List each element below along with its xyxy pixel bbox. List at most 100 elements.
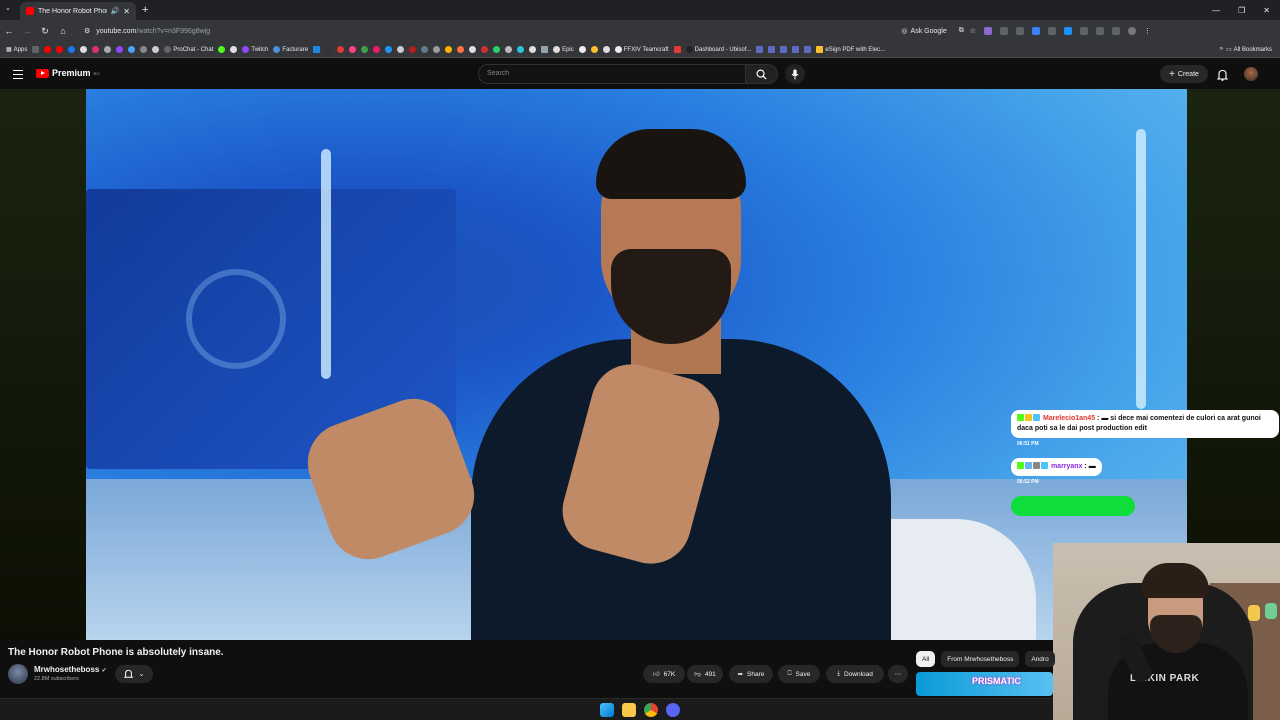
bookmark-item[interactable] <box>505 46 513 53</box>
bookmark-item[interactable] <box>68 46 76 53</box>
discord-icon[interactable] <box>666 703 680 717</box>
maximize-icon[interactable]: ❐ <box>1238 6 1245 15</box>
extension-icon[interactable] <box>1000 27 1008 35</box>
bookmark-item[interactable] <box>529 46 537 53</box>
bookmark-item[interactable] <box>541 46 549 53</box>
extension-icon[interactable] <box>1032 27 1040 35</box>
video-player[interactable] <box>86 89 1187 640</box>
bookmark-item[interactable] <box>421 46 429 53</box>
more-actions-button[interactable]: ⋯ <box>888 665 908 683</box>
bookmark-ffxiv[interactable]: FFXIV Teamcraft <box>614 46 669 53</box>
tab-audio-icon[interactable]: 🔊 <box>111 7 120 15</box>
bookmark-item[interactable] <box>602 46 610 53</box>
extension-icon[interactable] <box>984 27 992 35</box>
youtube-premium-logo[interactable]: Premium RO <box>36 68 100 78</box>
hamburger-menu-icon[interactable] <box>13 70 23 82</box>
subscribed-notifications-button[interactable]: ⌄ <box>115 665 153 683</box>
close-window-icon[interactable]: ✕ <box>1263 6 1270 15</box>
bookmark-item[interactable] <box>780 46 788 53</box>
chip-from-channel[interactable]: From Mrwhosetheboss <box>941 651 1020 667</box>
like-button[interactable]: 👍︎ 67K <box>643 665 685 683</box>
bookmark-item[interactable] <box>493 46 501 53</box>
browser-tab-active[interactable]: The Honor Robot Phone is 🔊 ✕ <box>20 2 136 20</box>
bookmark-item[interactable] <box>104 46 112 53</box>
omnibox[interactable]: ⚙ youtube.com/watch?v=n3F996g8wjg ◎ Ask G… <box>76 23 976 39</box>
bookmark-item[interactable] <box>517 46 525 53</box>
create-button[interactable]: + Create <box>1160 65 1208 83</box>
bookmark-item[interactable] <box>325 46 333 53</box>
bookmark-prochat[interactable]: ProChat - Chat <box>164 46 213 53</box>
bookmark-item[interactable] <box>349 46 357 53</box>
notifications-button[interactable] <box>1216 68 1229 86</box>
search-input[interactable]: Search <box>478 64 746 84</box>
bookmark-item[interactable] <box>756 46 764 53</box>
extension-icon[interactable] <box>1048 27 1056 35</box>
bookmark-item[interactable] <box>152 46 160 53</box>
profile-icon[interactable] <box>1128 27 1136 35</box>
new-tab-button[interactable]: + <box>142 4 148 16</box>
voice-search-button[interactable] <box>785 64 805 84</box>
bookmark-item[interactable] <box>409 46 417 53</box>
bookmark-item[interactable] <box>433 46 441 53</box>
bookmark-epic[interactable]: Epic <box>553 46 574 53</box>
download-button[interactable]: ⤓ Download <box>826 665 884 683</box>
back-icon[interactable]: ← <box>0 26 18 36</box>
bookmark-item[interactable] <box>373 46 381 53</box>
bookmark-item[interactable] <box>140 46 148 53</box>
account-avatar[interactable] <box>1244 67 1258 81</box>
bookmark-item[interactable] <box>32 46 40 53</box>
all-bookmarks-button[interactable]: ▭ All Bookmarks <box>1226 46 1272 54</box>
bookmark-facturare[interactable]: Facturare <box>273 46 308 53</box>
bookmark-item[interactable] <box>445 46 453 53</box>
bookmark-item[interactable] <box>218 46 226 53</box>
bookmark-item[interactable] <box>56 46 64 53</box>
install-icon[interactable]: ⧉ <box>959 27 964 35</box>
bookmark-item[interactable] <box>469 46 477 53</box>
channel-name[interactable]: Mrwhosetheboss ✔ <box>34 665 107 674</box>
extension-icon[interactable] <box>1064 27 1072 35</box>
bookmark-esign[interactable]: eSign PDF with Elec... <box>816 46 885 53</box>
forward-icon[interactable]: → <box>18 26 36 36</box>
bookmark-item[interactable] <box>578 46 586 53</box>
search-button[interactable] <box>746 64 778 84</box>
minimize-icon[interactable]: — <box>1212 6 1220 15</box>
bookmark-item[interactable] <box>44 46 52 53</box>
bookmark-item[interactable] <box>128 46 136 53</box>
windows-start-icon[interactable] <box>600 703 614 717</box>
bookmark-item[interactable] <box>768 46 776 53</box>
file-explorer-icon[interactable] <box>622 703 636 717</box>
bookmark-item[interactable] <box>92 46 100 53</box>
tab-search-icon[interactable]: ⌄ <box>5 4 11 12</box>
home-icon[interactable]: ⌂ <box>54 26 72 36</box>
menu-kebab-icon[interactable]: ⋮ <box>1144 27 1151 35</box>
bookmark-item[interactable] <box>230 46 238 53</box>
bookmark-item[interactable] <box>673 46 681 53</box>
chip-all[interactable]: All <box>916 651 936 667</box>
bookmark-item[interactable] <box>457 46 465 53</box>
bookmark-item[interactable] <box>80 46 88 53</box>
bookmark-item[interactable] <box>590 46 598 53</box>
related-video-thumbnail[interactable]: PRISMATIC <box>916 672 1053 696</box>
media-control-icon[interactable] <box>1112 27 1120 35</box>
bookmark-item[interactable] <box>116 46 124 53</box>
extension-icon[interactable] <box>1080 27 1088 35</box>
bookmark-item[interactable] <box>804 46 812 53</box>
ask-google-button[interactable]: ◎ Ask Google <box>901 27 952 36</box>
site-info-icon[interactable]: ⚙ <box>84 27 90 35</box>
extensions-puzzle-icon[interactable] <box>1096 27 1104 35</box>
bookmark-item[interactable] <box>361 46 369 53</box>
save-button[interactable]: ⎕ Save <box>778 665 820 683</box>
bookmark-item[interactable] <box>337 46 345 53</box>
bookmark-item[interactable] <box>792 46 800 53</box>
reload-icon[interactable]: ↻ <box>36 26 54 37</box>
bookmark-item[interactable] <box>397 46 405 53</box>
bookmark-twitch[interactable]: Twitch <box>242 46 268 53</box>
bookmark-item[interactable] <box>481 46 489 53</box>
bookmarks-overflow-icon[interactable]: » <box>1220 46 1223 53</box>
chip-android[interactable]: Andro <box>1025 651 1055 667</box>
bookmark-item[interactable] <box>313 46 321 53</box>
chrome-icon[interactable] <box>644 703 658 717</box>
bookmark-item[interactable] <box>385 46 393 53</box>
close-tab-icon[interactable]: ✕ <box>123 7 130 16</box>
bookmark-apps[interactable]: ▦ Apps <box>6 46 27 54</box>
